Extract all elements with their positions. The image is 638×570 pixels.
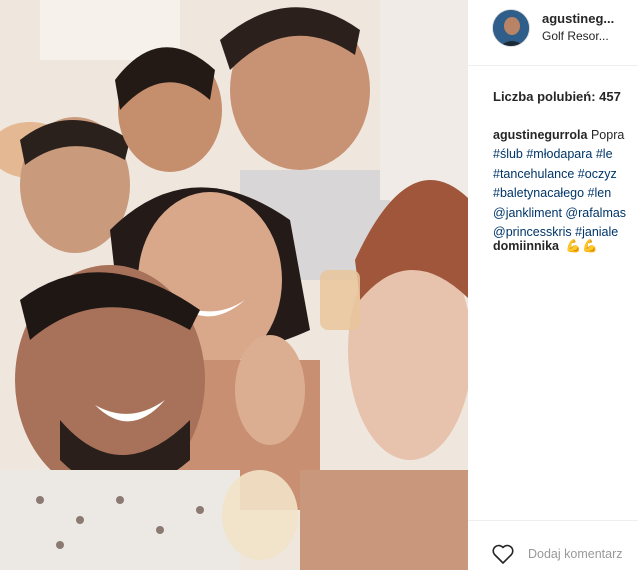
comment-author[interactable]: domiinnika — [493, 239, 559, 253]
post-caption: agustinegurrola Popra #ślub #młodapara #… — [493, 126, 638, 242]
caption-tags-line[interactable]: @jankliment @rafalmas — [493, 204, 638, 223]
caption-tags-line[interactable]: #baletynacałego #len — [493, 184, 638, 203]
post-photo[interactable] — [0, 0, 468, 570]
selfie-illustration — [0, 0, 468, 570]
avatar-image — [493, 10, 529, 46]
caption-tags-line[interactable]: #ślub #młodapara #le — [493, 145, 638, 164]
comment-item: domiinnika 💪💪 — [493, 239, 599, 254]
post-footer: Dodaj komentarz — [468, 520, 638, 570]
heart-outline-icon[interactable] — [491, 543, 515, 565]
caption-text: Popra — [590, 128, 625, 142]
caption-author[interactable]: agustinegurrola — [493, 128, 587, 142]
caption-tags-line[interactable]: #tancehulance #oczyz — [493, 165, 638, 184]
avatar[interactable] — [492, 9, 530, 47]
post-header: agustineg... Golf Resor... — [468, 0, 638, 66]
comment-emoji: 💪💪 — [565, 239, 599, 253]
likes-count[interactable]: Liczba polubień: 457 — [493, 89, 621, 104]
post-sidebar: agustineg... Golf Resor... Liczba polubi… — [468, 0, 638, 570]
post-location[interactable]: Golf Resor... — [542, 29, 609, 43]
post-username[interactable]: agustineg... — [542, 11, 614, 26]
add-comment-input[interactable]: Dodaj komentarz — [528, 547, 623, 561]
